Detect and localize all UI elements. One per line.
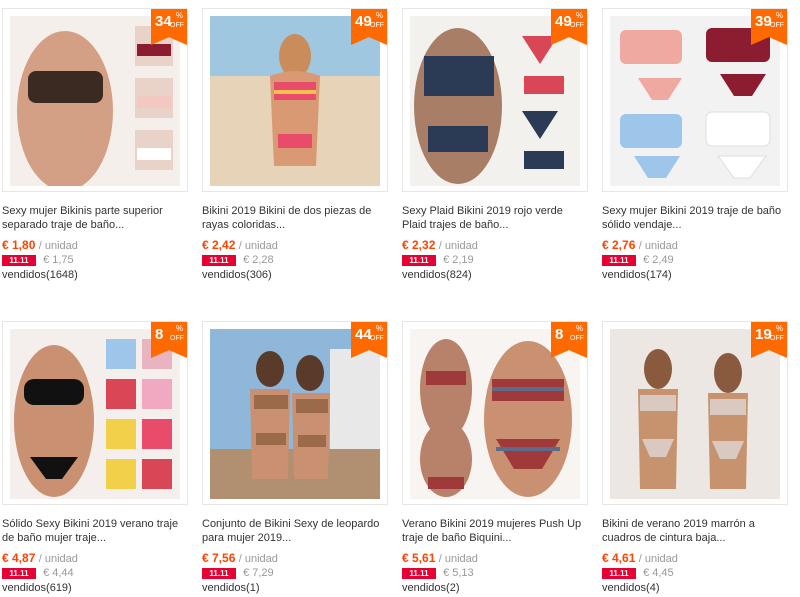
product-card[interactable]: 34 % OFF Sexy mujer Bikinis parte superi…	[0, 0, 190, 290]
price-unit: / unidad	[638, 553, 678, 565]
product-image-frame[interactable]: 44 % OFF	[202, 321, 388, 505]
price-row: € 1,80 / unidad	[2, 238, 78, 252]
discount-off-label: OFF	[570, 22, 584, 29]
product-image-frame[interactable]: 8 % OFF	[2, 321, 188, 505]
sold-count: vendidos(1)	[202, 582, 260, 594]
sold-count: vendidos(1648)	[2, 269, 78, 281]
promo-badge: 11.11	[2, 254, 36, 266]
discount-off-label: OFF	[770, 22, 784, 29]
price-unit: / unidad	[438, 553, 478, 565]
product-card[interactable]: 19 % OFF Bikini de verano 2019 marrón a …	[600, 313, 790, 597]
price-row: € 7,56 / unidad	[202, 551, 278, 565]
discount-symbol: %	[575, 11, 583, 20]
product-title-link[interactable]: Sólido Sexy Bikini 2019 verano traje de …	[2, 517, 190, 545]
product-grid: 34 % OFF Sexy mujer Bikinis parte superi…	[0, 0, 800, 597]
discount-symbol: %	[775, 11, 783, 20]
discount-symbol: %	[775, 324, 783, 333]
discount-symbol: %	[175, 324, 183, 333]
discount-symbol: %	[575, 324, 583, 333]
sold-count: vendidos(4)	[602, 582, 660, 594]
promo-badge: 11.11	[402, 254, 436, 266]
discount-off-label: OFF	[770, 335, 784, 342]
price-row: € 2,32 / unidad	[402, 238, 478, 252]
promo-row: 11.11 € 2,49	[602, 254, 674, 267]
product-card[interactable]: 8 % OFF Sólido Sexy Bikini 2019 verano t…	[0, 313, 190, 597]
product-price: € 2,76	[602, 238, 636, 252]
promo-price: € 4,45	[643, 567, 674, 580]
product-price: € 7,56	[202, 551, 236, 565]
sold-count: vendidos(619)	[2, 582, 72, 594]
sold-count: vendidos(174)	[602, 269, 672, 281]
promo-row: 11.11 € 7,29	[202, 567, 274, 580]
price-row: € 5,61 / unidad	[402, 551, 478, 565]
promo-price: € 2,19	[443, 254, 474, 267]
discount-off-label: OFF	[170, 22, 184, 29]
price-unit: / unidad	[38, 553, 78, 565]
product-title-link[interactable]: Sexy mujer Bikini 2019 traje de baño sól…	[602, 204, 790, 232]
sold-count: vendidos(306)	[202, 269, 272, 281]
product-title-link[interactable]: Bikini 2019 Bikini de dos piezas de raya…	[202, 204, 390, 232]
discount-value: 8	[555, 326, 564, 343]
sold-count: vendidos(824)	[402, 269, 472, 281]
promo-badge: 11.11	[202, 567, 236, 579]
discount-symbol: %	[175, 11, 183, 20]
product-card[interactable]: 49 % OFF Sexy Plaid Bikini 2019 rojo ver…	[400, 0, 590, 290]
product-price: € 2,32	[402, 238, 436, 252]
promo-badge: 11.11	[602, 567, 636, 579]
product-price: € 4,61	[602, 551, 636, 565]
discount-symbol: %	[375, 324, 383, 333]
product-card[interactable]: 49 % OFF Bikini 2019 Bikini de dos pieza…	[200, 0, 390, 290]
promo-row: 11.11 € 2,28	[202, 254, 274, 267]
product-image-frame[interactable]: 8 % OFF	[402, 321, 588, 505]
discount-value: 8	[155, 326, 164, 343]
product-title-link[interactable]: Conjunto de Bikini Sexy de leopardo para…	[202, 517, 390, 545]
promo-price: € 7,29	[243, 567, 274, 580]
promo-badge: 11.11	[402, 567, 436, 579]
product-price: € 2,42	[202, 238, 236, 252]
product-card[interactable]: 8 % OFF Verano Bikini 2019 mujeres Push …	[400, 313, 590, 597]
price-unit: / unidad	[438, 240, 478, 252]
promo-row: 11.11 € 1,75	[2, 254, 74, 267]
promo-row: 11.11 € 4,44	[2, 567, 74, 580]
promo-price: € 2,28	[243, 254, 274, 267]
promo-row: 11.11 € 2,19	[402, 254, 474, 267]
product-price: € 4,87	[2, 551, 36, 565]
product-title-link[interactable]: Bikini de verano 2019 marrón a cuadros d…	[602, 517, 790, 545]
price-row: € 4,61 / unidad	[602, 551, 678, 565]
product-title-link[interactable]: Sexy mujer Bikinis parte superior separa…	[2, 204, 190, 232]
promo-badge: 11.11	[202, 254, 236, 266]
price-row: € 4,87 / unidad	[2, 551, 78, 565]
price-row: € 2,42 / unidad	[202, 238, 278, 252]
sold-count: vendidos(2)	[402, 582, 460, 594]
product-title-link[interactable]: Verano Bikini 2019 mujeres Push Up traje…	[402, 517, 590, 545]
product-title-link[interactable]: Sexy Plaid Bikini 2019 rojo verde Plaid …	[402, 204, 590, 232]
promo-row: 11.11 € 4,45	[602, 567, 674, 580]
promo-price: € 4,44	[43, 567, 74, 580]
product-image-frame[interactable]: 19 % OFF	[602, 321, 788, 505]
product-card[interactable]: 44 % OFF Conjunto de Bikini Sexy de leop…	[200, 313, 390, 597]
price-unit: / unidad	[638, 240, 678, 252]
product-card[interactable]: 39 % OFF Sexy mujer Bikini 2019 traje de…	[600, 0, 790, 290]
price-unit: / unidad	[38, 240, 78, 252]
product-image-frame[interactable]: 39 % OFF	[602, 8, 788, 192]
product-price: € 5,61	[402, 551, 436, 565]
promo-price: € 5,13	[443, 567, 474, 580]
promo-price: € 1,75	[43, 254, 74, 267]
discount-off-label: OFF	[370, 22, 384, 29]
price-unit: / unidad	[238, 553, 278, 565]
product-image-frame[interactable]: 49 % OFF	[202, 8, 388, 192]
price-unit: / unidad	[238, 240, 278, 252]
promo-price: € 2,49	[643, 254, 674, 267]
discount-symbol: %	[375, 11, 383, 20]
promo-badge: 11.11	[2, 567, 36, 579]
product-image-frame[interactable]: 34 % OFF	[2, 8, 188, 192]
promo-badge: 11.11	[602, 254, 636, 266]
price-row: € 2,76 / unidad	[602, 238, 678, 252]
discount-off-label: OFF	[570, 335, 584, 342]
product-price: € 1,80	[2, 238, 36, 252]
product-image-frame[interactable]: 49 % OFF	[402, 8, 588, 192]
promo-row: 11.11 € 5,13	[402, 567, 474, 580]
discount-off-label: OFF	[170, 335, 184, 342]
discount-off-label: OFF	[370, 335, 384, 342]
